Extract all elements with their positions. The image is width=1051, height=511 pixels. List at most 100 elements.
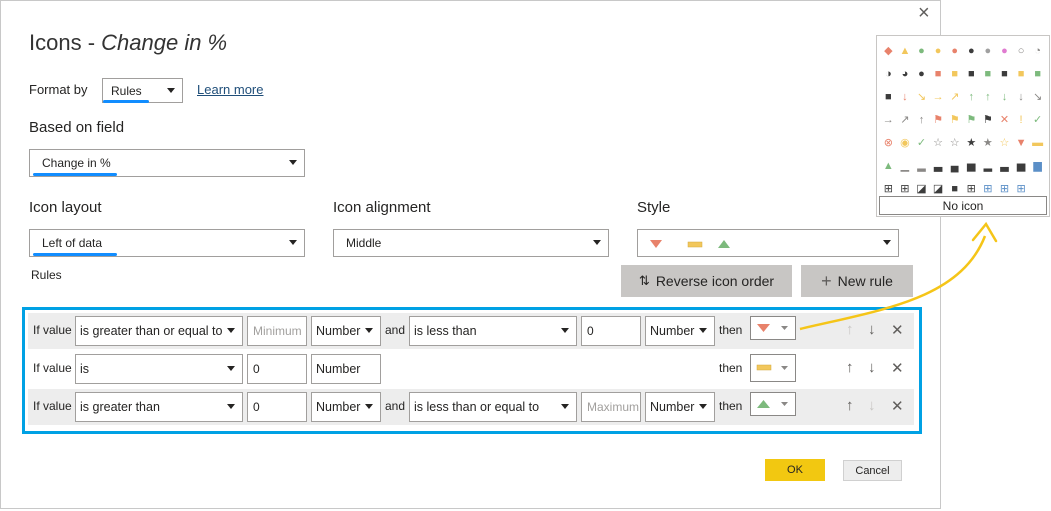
palette-icon-option[interactable]: ✓ [913, 134, 930, 152]
rule-type2-select[interactable]: Number [645, 392, 715, 422]
palette-icon-option[interactable]: ◕ [897, 65, 914, 83]
palette-icon-option[interactable]: ! [1013, 111, 1030, 129]
learn-more-link[interactable]: Learn more [197, 82, 263, 97]
palette-icon-option[interactable]: ↗ [946, 88, 963, 106]
palette-icon-option[interactable]: ○ [1013, 42, 1030, 60]
palette-icon-option[interactable]: ▄ [946, 157, 963, 175]
palette-icon-option[interactable]: ◉ [897, 134, 914, 152]
delete-rule-icon[interactable]: ✕ [891, 359, 904, 377]
palette-icon-option[interactable]: ■ [930, 65, 947, 83]
reverse-icon-order-button[interactable]: ⇅ Reverse icon order [621, 265, 792, 297]
delete-rule-icon[interactable]: ✕ [891, 397, 904, 415]
palette-icon-option[interactable]: ↑ [963, 88, 980, 106]
move-down-icon[interactable]: ↓ [868, 359, 876, 376]
cancel-button[interactable]: Cancel [843, 460, 902, 481]
palette-icon-option[interactable]: ▲ [897, 42, 914, 60]
palette-icon-option[interactable]: ★ [980, 134, 997, 152]
palette-icon-option[interactable]: → [930, 88, 947, 106]
palette-icon-option[interactable]: ▬ [1029, 134, 1046, 152]
palette-icon-option[interactable]: ■ [946, 180, 963, 198]
palette-icon-option[interactable]: ⚑ [980, 111, 997, 129]
palette-icon-option[interactable]: ↘ [913, 88, 930, 106]
rule-icon-select[interactable] [750, 316, 796, 340]
rule-type-select[interactable]: Number [311, 316, 381, 346]
delete-rule-icon[interactable]: ✕ [891, 321, 904, 339]
palette-icon-option[interactable]: ◑ [880, 65, 897, 83]
rule-value-input[interactable]: 0 [247, 354, 307, 384]
palette-icon-option[interactable]: → [880, 111, 897, 129]
palette-icon-option[interactable]: ↓ [996, 88, 1013, 106]
ok-button[interactable]: OK [765, 459, 825, 481]
close-icon[interactable]: × [918, 2, 930, 25]
palette-icon-option[interactable]: ⊗ [880, 134, 897, 152]
palette-icon-option[interactable]: ↑ [913, 111, 930, 129]
palette-icon-option[interactable]: ⊞ [980, 180, 997, 198]
rule-maximum-input[interactable]: Maximum [581, 392, 641, 422]
palette-icon-option[interactable]: ↑ [980, 88, 997, 106]
palette-icon-option[interactable]: ● [996, 42, 1013, 60]
rule-icon-select[interactable] [750, 354, 796, 382]
palette-icon-option[interactable]: ↓ [897, 88, 914, 106]
palette-icon-option[interactable]: ★ [963, 134, 980, 152]
rule-icon-select[interactable] [750, 392, 796, 416]
palette-icon-option[interactable]: ▼ [1013, 134, 1030, 152]
palette-icon-option[interactable]: ■ [880, 88, 897, 106]
palette-icon-option[interactable]: ⊞ [996, 180, 1013, 198]
rule-operator2-select[interactable]: is less than [409, 316, 577, 346]
palette-icon-option[interactable]: ▅ [1013, 157, 1030, 175]
rule-type-select[interactable]: Number [311, 392, 381, 422]
rule-operator2-select[interactable]: is less than or equal to [409, 392, 577, 422]
move-up-icon[interactable]: ↑ [846, 397, 854, 414]
rule-operator-select[interactable]: is greater than [75, 392, 243, 422]
palette-icon-option[interactable]: ▃ [996, 157, 1013, 175]
palette-icon-option[interactable]: ⊞ [880, 180, 897, 198]
move-down-icon[interactable]: ↓ [868, 321, 876, 338]
palette-icon-option[interactable]: ■ [946, 65, 963, 83]
rule-minimum-input[interactable]: Minimum [247, 316, 307, 346]
palette-icon-option[interactable]: ↓ [1013, 88, 1030, 106]
palette-icon-option[interactable]: ▂ [980, 157, 997, 175]
style-select[interactable] [637, 229, 899, 257]
palette-icon-option[interactable]: ☆ [996, 134, 1013, 152]
palette-icon-option[interactable]: ⚑ [946, 111, 963, 129]
icon-alignment-select[interactable]: Middle [333, 229, 609, 257]
palette-icon-option[interactable]: ⊞ [897, 180, 914, 198]
palette-icon-option[interactable]: ↗ [897, 111, 914, 129]
palette-icon-option[interactable]: ▂ [913, 157, 930, 175]
palette-icon-option[interactable]: ▆ [1029, 157, 1046, 175]
palette-icon-option[interactable]: ■ [1013, 65, 1030, 83]
palette-icon-option[interactable]: ◪ [930, 180, 947, 198]
palette-icon-option[interactable]: ● [930, 42, 947, 60]
palette-icon-option[interactable]: ✓ [1029, 111, 1046, 129]
rule-value2-input[interactable]: 0 [581, 316, 641, 346]
palette-icon-option[interactable]: ☆ [946, 134, 963, 152]
palette-icon-option[interactable]: ◪ [913, 180, 930, 198]
palette-icon-option[interactable]: ■ [1029, 65, 1046, 83]
palette-icon-option[interactable]: ☆ [930, 134, 947, 152]
palette-icon-option[interactable]: ⊞ [1013, 180, 1030, 198]
rule-type2-select[interactable]: Number [645, 316, 715, 346]
palette-icon-option[interactable]: ■ [980, 65, 997, 83]
palette-icon-option[interactable]: ◆ [880, 42, 897, 60]
palette-icon-option[interactable]: ▁ [897, 157, 914, 175]
palette-icon-option[interactable]: ■ [1029, 180, 1046, 198]
palette-icon-option[interactable]: ↘ [1029, 88, 1046, 106]
palette-icon-option[interactable]: ⚑ [963, 111, 980, 129]
move-up-icon[interactable]: ↑ [846, 359, 854, 376]
no-icon-option[interactable]: No icon [879, 196, 1047, 215]
rule-operator-select[interactable]: is greater than or equal to [75, 316, 243, 346]
palette-icon-option[interactable]: ● [980, 42, 997, 60]
palette-icon-option[interactable]: ● [946, 42, 963, 60]
rule-operator-select[interactable]: is [75, 354, 243, 384]
palette-icon-option[interactable]: ▅ [963, 157, 980, 175]
palette-icon-option[interactable]: ◔ [1029, 42, 1046, 60]
palette-icon-option[interactable]: ● [963, 42, 980, 60]
palette-icon-option[interactable]: ✕ [996, 111, 1013, 129]
new-rule-button[interactable]: + New rule [801, 265, 913, 297]
rule-type-select[interactable]: Number [311, 354, 381, 384]
palette-icon-option[interactable]: ● [913, 65, 930, 83]
palette-icon-option[interactable]: ▃ [930, 157, 947, 175]
palette-icon-option[interactable]: ■ [963, 65, 980, 83]
palette-icon-option[interactable]: ⚑ [930, 111, 947, 129]
rule-value-input[interactable]: 0 [247, 392, 307, 422]
